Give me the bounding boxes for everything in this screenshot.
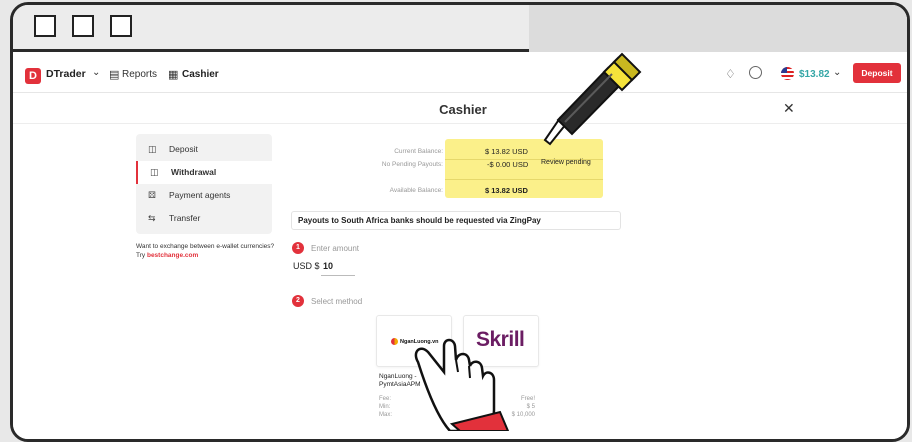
amount-currency: USD $ [293,261,320,271]
nav-cashier[interactable]: Cashier [182,69,219,80]
page-title: Cashier [439,102,487,117]
max-value: $ 10,000 [511,412,535,418]
sidebar-item-payment-agents[interactable]: ⚄ Payment agents [136,184,272,207]
titlebar-right-area [529,5,907,52]
sidebar-item-label: Deposit [169,144,198,154]
fee-value: Free! [520,396,535,402]
available-balance-value: $ 13.82 USD [485,186,528,195]
nganluong-logo: NganLuong.vn [391,338,439,345]
bestchange-link[interactable]: bestchange.com [147,252,198,259]
window-button-2[interactable] [72,15,94,37]
account-balance[interactable]: $13.82 [799,69,830,80]
app-content: D DTrader ⌄ ▤ Reports ▦ Cashier ♢ $13.82… [13,55,907,439]
method-name-nganluong: NganLuong - PymtAsiaAPM [379,373,421,388]
step-one-badge: 1 [292,242,304,254]
method-card-nganluong[interactable]: NganLuong.vn [376,315,452,367]
sidebar-item-transfer[interactable]: ⇆ Transfer [136,207,272,230]
reports-icon[interactable]: ▤ [109,68,119,81]
withdrawal-icon: ◫ [150,167,159,177]
amount-input[interactable]: 10 [323,261,333,271]
window-button-1[interactable] [34,15,56,37]
select-method-label: Select method [311,297,363,306]
bell-icon[interactable]: ♢ [725,67,736,81]
brand-logo-icon[interactable]: D [25,68,41,84]
review-pending-link[interactable]: Review pending [541,159,591,166]
transfer-icon: ⇆ [148,213,156,223]
balance-chevron-down-icon[interactable]: ⌄ [833,67,841,78]
enter-amount-label: Enter amount [311,244,360,253]
payment-agents-icon: ⚄ [148,190,156,200]
nav-reports[interactable]: Reports [122,69,157,80]
cashier-icon[interactable]: ▦ [168,68,178,81]
step-two-badge: 2 [292,295,304,307]
amount-input-underline [321,275,355,276]
pending-payouts-label: No Pending Payouts: [381,161,443,168]
current-balance-label: Current Balance: [394,148,443,155]
sidebar-item-withdrawal[interactable]: ◫ Withdrawal [136,161,272,184]
payout-notice: Payouts to South Africa banks should be … [291,211,621,230]
pending-payouts-value: -$ 0.00 USD [487,160,529,169]
top-navigation-bar: D DTrader ⌄ ▤ Reports ▦ Cashier ♢ $13.82… [13,55,907,93]
window-titlebar [13,5,907,52]
us-flag-icon[interactable] [781,67,794,80]
exchange-hint: Want to exchange between e-wallet curren… [136,242,276,260]
cashier-sidebar: ◫ Deposit ◫ Withdrawal ⚄ Payment agents … [136,134,272,234]
user-icon[interactable] [749,66,762,79]
sidebar-item-label: Payment agents [169,190,231,200]
sidebar-item-label: Withdrawal [171,167,217,177]
balance-divider [445,179,603,180]
method-name-skrill: Skrill [471,373,486,380]
skrill-logo: Skrill [476,328,525,351]
max-label: Max: [379,412,393,418]
chevron-down-icon[interactable]: ⌄ [92,67,100,78]
sidebar-item-deposit[interactable]: ◫ Deposit [136,138,272,161]
brand-name[interactable]: DTrader [46,68,86,80]
window-button-3[interactable] [110,15,132,37]
sidebar-item-label: Transfer [169,213,201,223]
fee-label: Fee: [379,396,392,402]
method-card-skrill[interactable]: Skrill [463,315,539,367]
current-balance-value: $ 13.82 USD [485,147,528,156]
deposit-icon: ◫ [148,144,157,154]
browser-window: D DTrader ⌄ ▤ Reports ▦ Cashier ♢ $13.82… [10,2,910,442]
title-divider [13,123,907,124]
close-icon[interactable]: ✕ [783,100,795,117]
deposit-button[interactable]: Deposit [853,63,901,83]
min-label: Min: [379,404,391,410]
min-value: $ 5 [526,404,535,410]
available-balance-label: Available Balance: [389,187,443,194]
